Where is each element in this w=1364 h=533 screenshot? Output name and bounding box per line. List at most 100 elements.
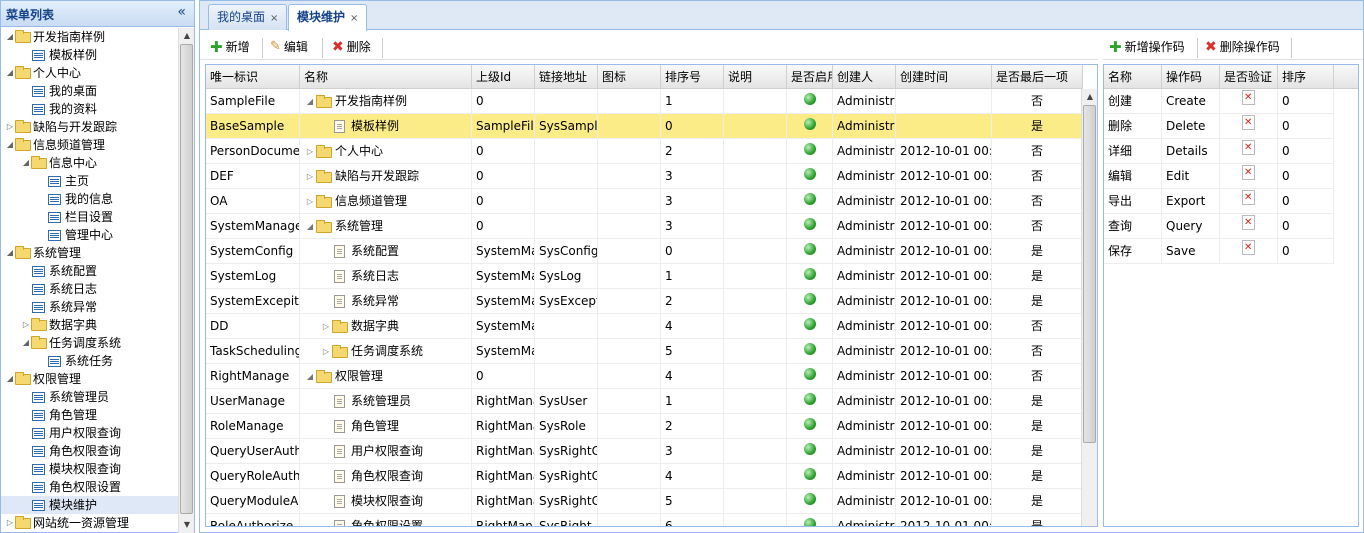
tree-node[interactable]: 角色权限查询 [1, 442, 178, 460]
column-header[interactable]: 图标 [598, 65, 661, 89]
column-header[interactable]: 名称 [1104, 65, 1162, 89]
collapse-arrow-icon[interactable]: ◢ [21, 334, 31, 352]
column-header[interactable]: 是否最后一项 [992, 65, 1083, 89]
tab-module-maintenance[interactable]: 模块维护 × [288, 4, 368, 31]
add-button[interactable]: ✚ 新增 [210, 38, 250, 56]
table-row[interactable]: 创建Create 0 [1104, 89, 1334, 114]
tree-node[interactable]: ▷ 缺陷与开发跟踪 [1, 118, 178, 136]
tree-node[interactable]: 角色管理 [1, 406, 178, 424]
expand-arrow-icon[interactable]: ▷ [320, 314, 332, 339]
collapse-arrow-icon[interactable]: ◢ [21, 154, 31, 172]
tree-node[interactable]: ◢ 任务调度系统 [1, 334, 178, 352]
tree-node[interactable]: 系统任务 [1, 352, 178, 370]
collapse-arrow-icon[interactable]: ◢ [5, 244, 15, 262]
scroll-up-icon[interactable]: ▲ [1082, 89, 1097, 105]
table-row[interactable]: RightManage◢ 权限管理 0 4 Administrator2012-10-0… [206, 364, 1083, 389]
table-row[interactable]: QueryModuleAuthority 模块权限查询 RightManageSys… [206, 489, 1083, 514]
close-icon[interactable]: × [350, 13, 358, 24]
tree-node[interactable]: 管理中心 [1, 226, 178, 244]
collapse-arrow-icon[interactable]: ◢ [304, 214, 316, 239]
column-header[interactable]: 唯一标识 [206, 65, 300, 89]
tab-my-desktop[interactable]: 我的桌面 × [208, 4, 288, 30]
tree-node[interactable]: 我的信息 [1, 190, 178, 208]
column-header[interactable]: 说明 [724, 65, 787, 89]
tree-node[interactable]: 系统日志 [1, 280, 178, 298]
table-row[interactable]: 编辑Edit 0 [1104, 164, 1334, 189]
table-row[interactable]: 保存Save 0 [1104, 239, 1334, 264]
table-row[interactable]: SampleFile◢ 开发指南样例 0 1 Administrator 否 [206, 89, 1083, 114]
column-header[interactable]: 名称 [300, 65, 472, 89]
column-header[interactable]: 排序号 [661, 65, 724, 89]
collapse-arrow-icon[interactable]: ◢ [5, 64, 15, 82]
expand-arrow-icon[interactable]: ▷ [304, 164, 316, 189]
tree-node[interactable]: ◢ 个人中心 [1, 64, 178, 82]
expand-arrow-icon[interactable]: ▷ [5, 514, 15, 532]
collapse-arrow-icon[interactable]: ◢ [5, 136, 15, 154]
collapse-arrow-icon[interactable]: ◢ [304, 364, 316, 389]
tree-node[interactable]: 模板样例 [1, 46, 178, 64]
column-header[interactable]: 是否验证 [1220, 65, 1278, 89]
expand-arrow-icon[interactable]: ▷ [5, 118, 15, 136]
tree-node[interactable]: 我的桌面 [1, 82, 178, 100]
column-header[interactable]: 链接地址 [535, 65, 598, 89]
scroll-down-icon[interactable]: ▼ [179, 517, 195, 533]
table-row[interactable]: SystemConfig 系统配置 SystemManageSysConfig 0 Ad… [206, 239, 1083, 264]
tree-node[interactable]: 主页 [1, 172, 178, 190]
delete-button[interactable]: ✖ 删除 [332, 38, 371, 56]
collapse-arrow-icon[interactable]: ◢ [5, 370, 15, 388]
table-row[interactable]: RoleManage 角色管理 RightManageSysRole 2 Adminis… [206, 414, 1083, 439]
tree-node[interactable]: 用户权限查询 [1, 424, 178, 442]
delete-opcode-button[interactable]: ✖ 删除操作码 [1205, 38, 1280, 56]
sidebar-scrollbar[interactable]: ▲ ▼ [178, 28, 194, 533]
table-row[interactable]: PersonDocument▷ 个人中心 0 2 Administrator2012-1… [206, 139, 1083, 164]
table-row[interactable]: SystemManage◢ 系统管理 0 3 Administrator2012-10-… [206, 214, 1083, 239]
tree-node[interactable]: 系统异常 [1, 298, 178, 316]
table-row[interactable]: OA▷ 信息频道管理 0 3 Administrator2012-10-01 00:00… [206, 189, 1083, 214]
column-header[interactable]: 操作码 [1162, 65, 1220, 89]
table-row[interactable]: SystemLog 系统日志 SystemManageSysLog 1 Administ… [206, 264, 1083, 289]
table-row[interactable]: DEF▷ 缺陷与开发跟踪 0 3 Administrator2012-10-01 00:… [206, 164, 1083, 189]
scroll-thumb[interactable] [1083, 105, 1096, 443]
tree-node[interactable]: 模块权限查询 [1, 460, 178, 478]
tree-node[interactable]: 我的资料 [1, 100, 178, 118]
column-header[interactable]: 排序 [1278, 65, 1334, 89]
table-row[interactable]: DD ▷ 数据字典 SystemManage 4 Administrator2012-10… [206, 314, 1083, 339]
column-header[interactable]: 创建人 [833, 65, 896, 89]
scroll-up-icon[interactable]: ▲ [179, 28, 195, 44]
tree-node[interactable]: ◢ 信息中心 [1, 154, 178, 172]
tree-node[interactable]: ▷ 网站统一资源管理 [1, 514, 178, 532]
column-header[interactable]: 上级Id [472, 65, 535, 89]
table-row[interactable]: UserManage 系统管理员 RightManageSysUser 1 Admini… [206, 389, 1083, 414]
edit-button[interactable]: ✎ 编辑 [270, 38, 308, 56]
column-header[interactable]: 是否启用 [787, 65, 833, 89]
tree-node[interactable]: 角色权限设置 [1, 478, 178, 496]
tree-node[interactable]: 模块维护 [1, 496, 178, 514]
tree-node[interactable]: ◢ 权限管理 [1, 370, 178, 388]
table-row[interactable]: 详细Details 0 [1104, 139, 1334, 164]
expand-arrow-icon[interactable]: ▷ [304, 189, 316, 214]
table-row[interactable]: RoleAuthorize 角色权限设置 RightManageSysRight 6 A… [206, 514, 1083, 526]
tree-node[interactable]: ◢ 信息频道管理 [1, 136, 178, 154]
tree-node[interactable]: 系统管理员 [1, 388, 178, 406]
table-row[interactable]: BaseSample 模板样例 SampleFileSysSample 0 Admini… [206, 114, 1083, 139]
grid-scrollbar[interactable]: ▲ ▼ [1081, 89, 1097, 526]
tree-node[interactable]: 系统配置 [1, 262, 178, 280]
column-header[interactable]: 创建时间 [896, 65, 992, 89]
table-row[interactable]: SystemExcepiton 系统异常 SystemManageSysExcept… [206, 289, 1083, 314]
table-row[interactable]: 删除Delete 0 [1104, 114, 1334, 139]
tree-node[interactable]: ▷ 数据字典 [1, 316, 178, 334]
tree-node[interactable]: ◢ 系统管理 [1, 244, 178, 262]
table-row[interactable]: 查询Query 0 [1104, 214, 1334, 239]
collapse-arrow-icon[interactable]: ◢ [304, 89, 316, 114]
close-icon[interactable]: × [270, 13, 278, 24]
tree-node[interactable]: 栏目设置 [1, 208, 178, 226]
scroll-thumb[interactable] [180, 44, 193, 514]
expand-arrow-icon[interactable]: ▷ [21, 316, 31, 334]
expand-arrow-icon[interactable]: ▷ [304, 139, 316, 164]
add-opcode-button[interactable]: ✚ 新增操作码 [1109, 38, 1185, 56]
collapse-arrow-icon[interactable]: ◢ [5, 28, 15, 46]
table-row[interactable]: TaskScheduling ▷ 任务调度系统 SystemManage 5 Admini… [206, 339, 1083, 364]
tree-node[interactable]: ◢ 开发指南样例 [1, 28, 178, 46]
expand-arrow-icon[interactable]: ▷ [320, 339, 332, 364]
table-row[interactable]: QueryRoleAuthority 角色权限查询 RightManageSysRi… [206, 464, 1083, 489]
